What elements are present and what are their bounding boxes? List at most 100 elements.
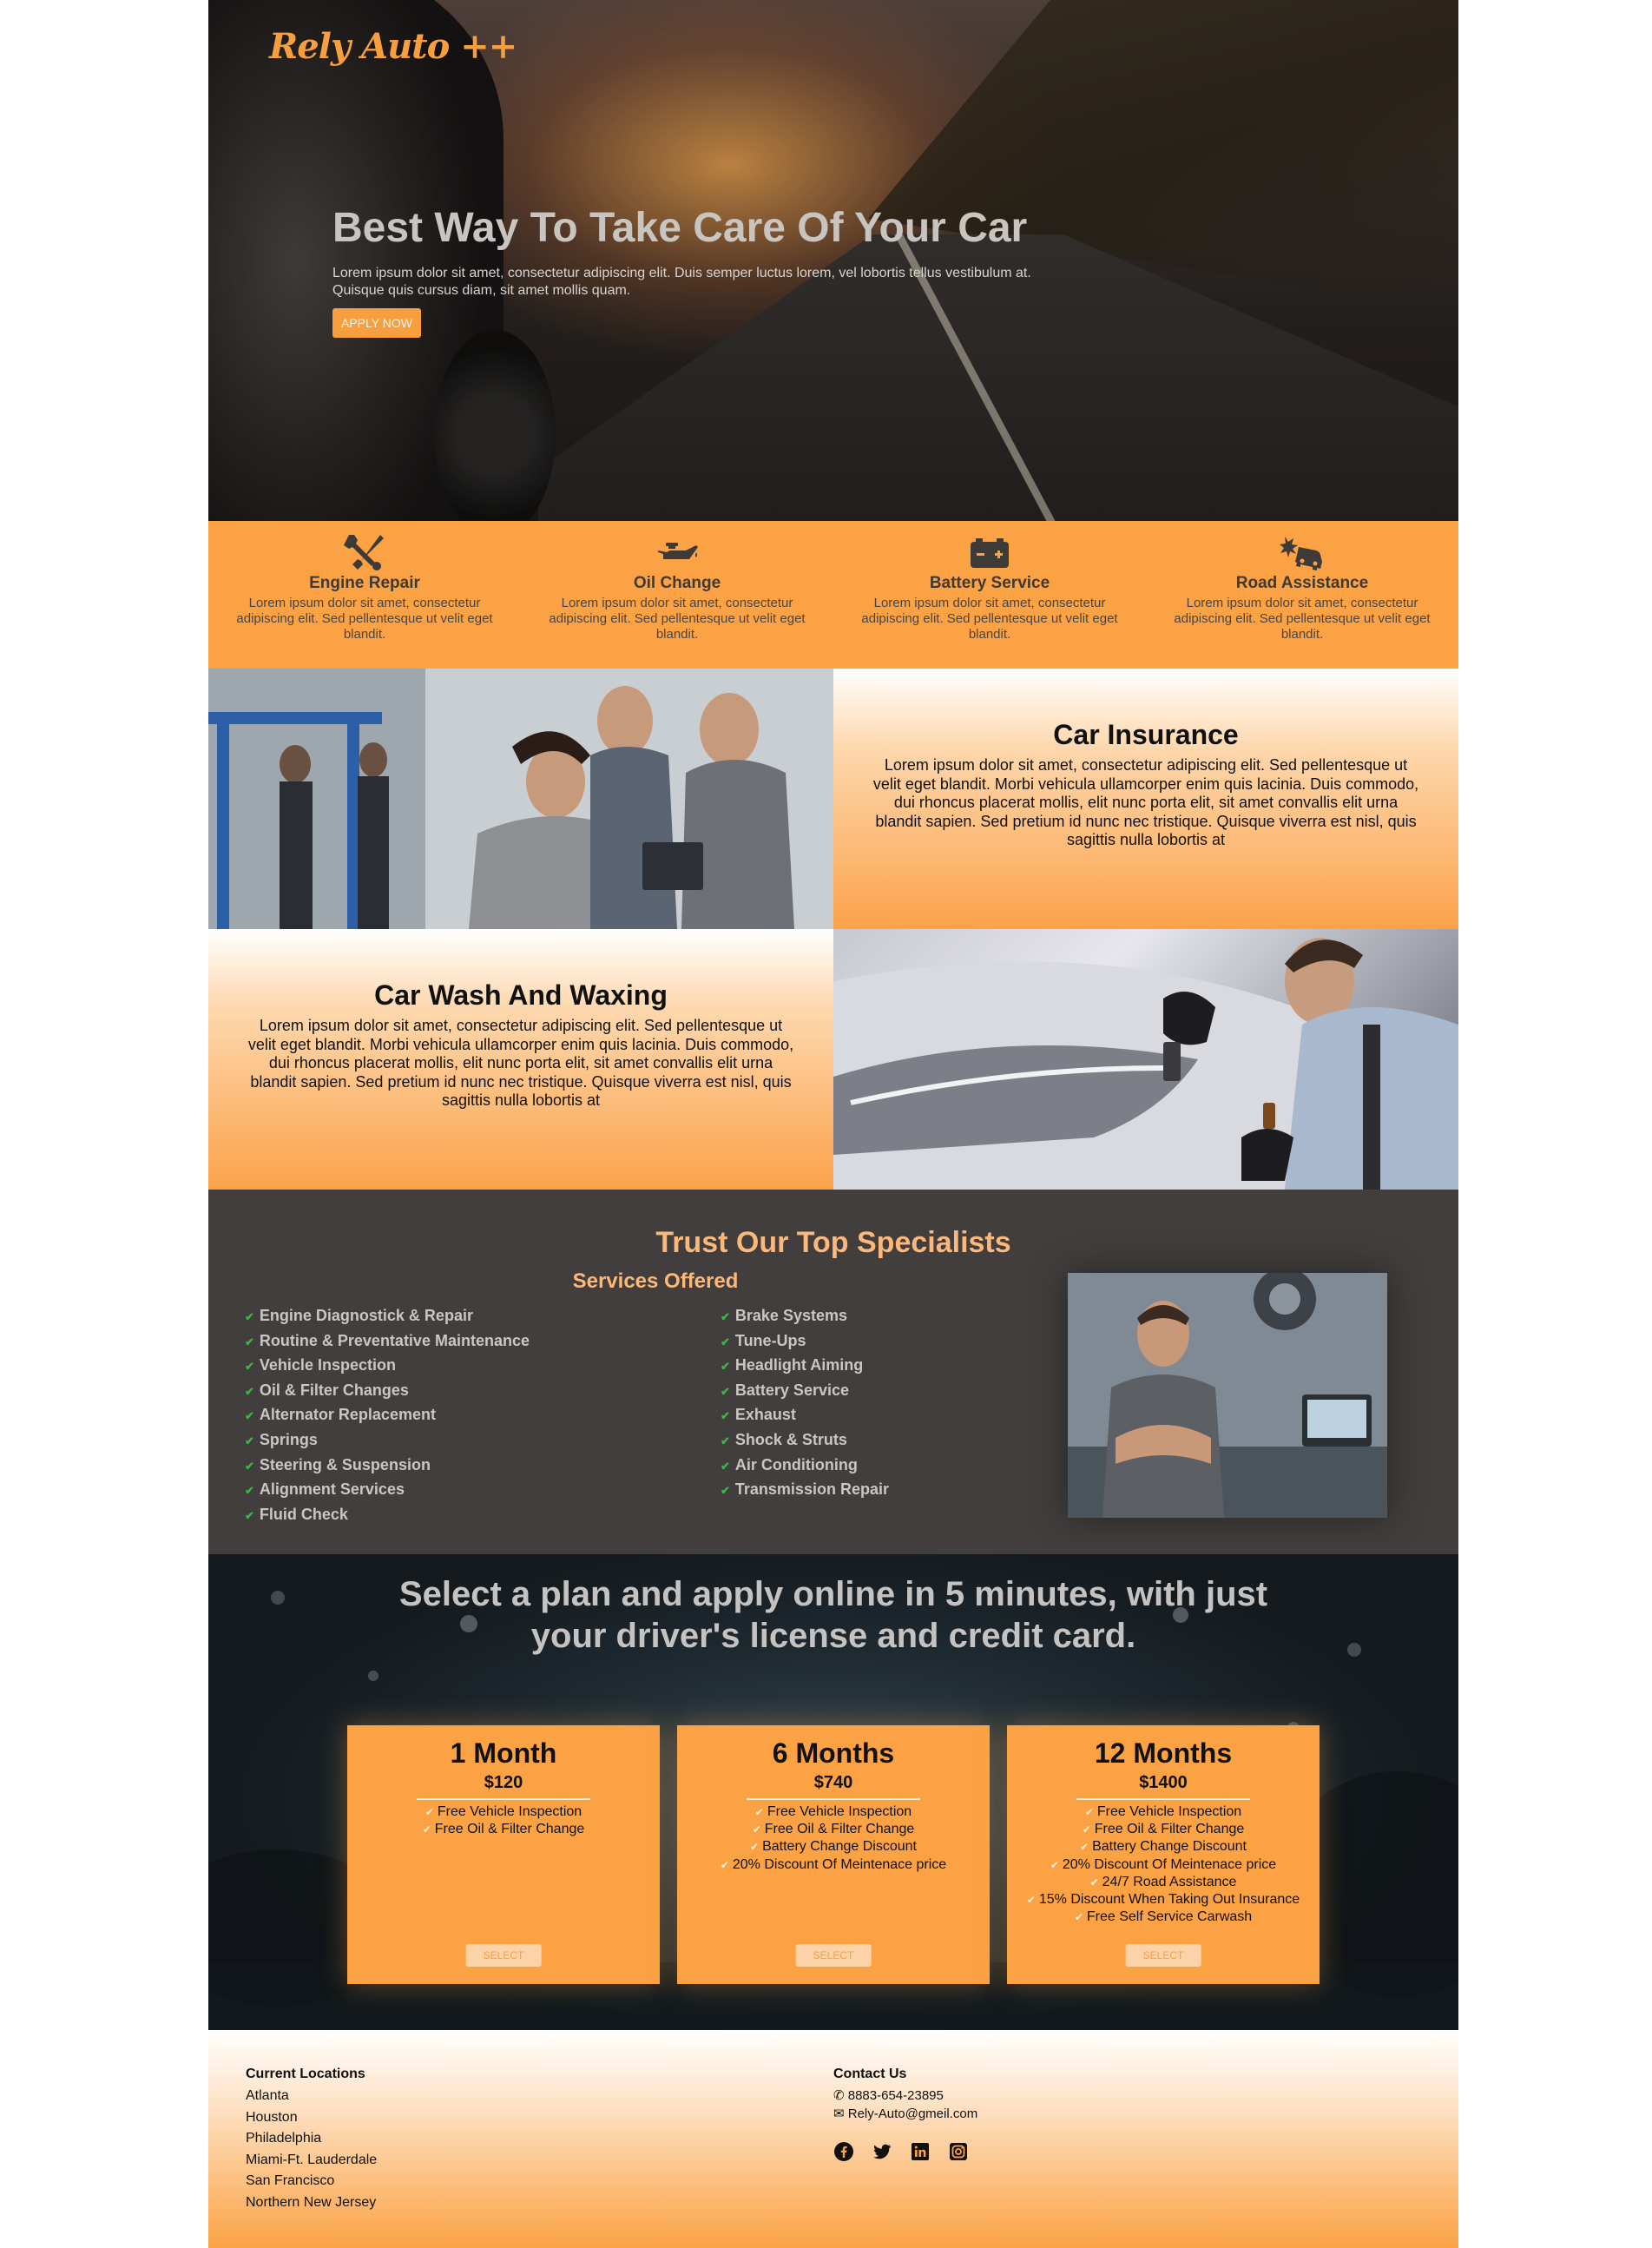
plan-features: ✔ Free Vehicle Inspection ✔ Free Oil & Fil… xyxy=(677,1803,990,1874)
check-icon: ✔ xyxy=(1050,1858,1059,1871)
feature-road-assistance: Road Assistance Lorem ipsum dolor sit am… xyxy=(1146,521,1458,669)
select-plan-button[interactable]: SELECT xyxy=(465,1944,542,1967)
check-icon: ✔ xyxy=(245,1508,254,1522)
location-item: Houston xyxy=(246,2109,298,2125)
hero-title: Best Way To Take Care Of Your Car xyxy=(332,205,1028,251)
car-crash-icon xyxy=(1280,537,1322,570)
service-item: ✔ Steering & Suspension xyxy=(245,1455,431,1473)
mechanic-image xyxy=(1068,1273,1387,1518)
facebook-icon[interactable] xyxy=(833,2141,854,2162)
wash-panel: Car Wash And Waxing Lorem ipsum dolor si… xyxy=(208,929,833,1190)
plan-feature: ✔ 20% Discount Of Meintenace price xyxy=(1050,1856,1277,1872)
plans-title: Select a plan and apply online in 5 minu… xyxy=(398,1575,1268,1655)
check-icon: ✔ xyxy=(245,1360,254,1374)
contact-title: Contact Us xyxy=(833,2067,907,2081)
plan-price: $1400 xyxy=(1076,1773,1250,1800)
check-icon: ✔ xyxy=(721,1384,730,1398)
check-icon: ✔ xyxy=(752,1823,761,1836)
service-item: ✔ Headlight Aiming xyxy=(721,1356,864,1375)
check-icon: ✔ xyxy=(721,1459,730,1473)
plan-feature: ✔ Free Vehicle Inspection xyxy=(1084,1804,1242,1819)
feature-title: Oil Change xyxy=(633,574,721,592)
insurance-panel: Car Insurance Lorem ipsum dolor sit amet… xyxy=(833,669,1458,929)
check-icon: ✔ xyxy=(721,1434,730,1447)
plan-name: 12 Months xyxy=(1094,1737,1233,1769)
service-item: ✔ Transmission Repair xyxy=(721,1480,889,1499)
location-item: San Francisco xyxy=(246,2173,335,2188)
feature-text: Lorem ipsum dolor sit amet, consectetur … xyxy=(861,596,1118,642)
service-item: ✔ Springs xyxy=(245,1430,318,1448)
check-icon: ✔ xyxy=(754,1806,764,1818)
check-icon: ✔ xyxy=(721,1360,730,1374)
plan-feature: ✔ Free Oil & Filter Change xyxy=(752,1822,915,1837)
wash-photo xyxy=(833,929,1458,1190)
social-links xyxy=(833,2141,969,2162)
service-item: ✔ Tune-Ups xyxy=(721,1331,806,1349)
plan-feature: ✔ Battery Change Discount xyxy=(1080,1839,1247,1855)
locations-title: Current Locations xyxy=(246,2067,365,2081)
phone-icon: ✆ xyxy=(833,2088,845,2103)
service-item: ✔ Fluid Check xyxy=(245,1505,348,1523)
insurance-title: Car Insurance xyxy=(1053,719,1239,750)
plans-section: Select a plan and apply online in 5 minu… xyxy=(208,1554,1458,2030)
car-detailing-image xyxy=(833,938,1458,1190)
check-icon: ✔ xyxy=(1084,1806,1094,1818)
envelope-icon: ✉ xyxy=(833,2106,845,2121)
service-item: ✔ Brake Systems xyxy=(721,1307,847,1324)
car-battery-icon xyxy=(971,538,1009,568)
mechanic-photo xyxy=(1068,1273,1387,1518)
select-plan-button[interactable]: SELECT xyxy=(795,1944,872,1967)
twitter-icon[interactable] xyxy=(872,2141,892,2162)
plan-feature: ✔ 20% Discount Of Meintenace price xyxy=(720,1856,947,1872)
footer: Current Locations Atlanta Houston Philad… xyxy=(208,2030,1458,2248)
location-item: Miami-Ft. Lauderdale xyxy=(246,2152,378,2167)
insurance-text: Lorem ipsum dolor sit amet, consectetur … xyxy=(872,756,1419,848)
check-icon: ✔ xyxy=(245,1310,254,1323)
location-item: Northern New Jersey xyxy=(246,2194,377,2210)
check-icon: ✔ xyxy=(1080,1841,1089,1854)
check-icon: ✔ xyxy=(245,1484,254,1498)
instagram-icon[interactable] xyxy=(948,2141,969,2162)
plan-name: 6 Months xyxy=(772,1737,895,1769)
wash-section: Car Wash And Waxing Lorem ipsum dolor si… xyxy=(208,929,1458,1190)
contact-phone[interactable]: ✆ 8883-654-23895 xyxy=(833,2087,944,2103)
plan-feature: ✔ Battery Change Discount xyxy=(750,1839,917,1855)
plan-feature: ✔ Free Oil & Filter Change xyxy=(1082,1822,1245,1837)
check-icon: ✔ xyxy=(245,1459,254,1473)
service-item: ✔ Alternator Replacement xyxy=(245,1406,436,1424)
logo[interactable]: Rely Auto ++ xyxy=(269,26,517,67)
plan-card-6-months: 6 Months $740 ✔ Free Vehicle Inspection ✔… xyxy=(677,1725,990,1984)
plan-feature: ✔ Free Vehicle Inspection xyxy=(754,1804,912,1819)
service-item: ✔ Routine & Preventative Maintenance xyxy=(245,1331,530,1349)
plan-card-1-month: 1 Month $120 ✔ Free Vehicle Inspection ✔ F… xyxy=(347,1725,660,1984)
plan-feature: ✔ Free Self Service Carwash xyxy=(1074,1909,1253,1925)
insurance-photo xyxy=(208,669,833,929)
plan-feature: ✔ Free Vehicle Inspection xyxy=(425,1804,582,1819)
check-icon: ✔ xyxy=(422,1823,431,1836)
customers-at-dealership-image xyxy=(208,669,833,929)
service-item: ✔ Engine Diagnostick & Repair xyxy=(245,1307,473,1324)
plan-features: ✔ Free Vehicle Inspection ✔ Free Oil & Fil… xyxy=(1007,1803,1320,1926)
locations-list: Atlanta Houston Philadelphia Miami-Ft. L… xyxy=(246,2086,377,2213)
service-item: ✔ Shock & Struts xyxy=(721,1430,847,1448)
apply-now-button[interactable]: APPLY NOW xyxy=(332,308,421,338)
plan-feature: ✔ Free Oil & Filter Change xyxy=(422,1822,585,1837)
linkedin-icon[interactable] xyxy=(910,2141,931,2162)
check-icon: ✔ xyxy=(720,1858,729,1871)
check-icon: ✔ xyxy=(245,1409,254,1423)
contact-email[interactable]: ✉ Rely-Auto@gmeil.com xyxy=(833,2106,977,2121)
plan-price: $120 xyxy=(417,1773,590,1800)
feature-title: Battery Service xyxy=(929,574,1050,592)
select-plan-button[interactable]: SELECT xyxy=(1125,1944,1201,1967)
service-item: ✔ Air Conditioning xyxy=(721,1455,858,1473)
feature-engine-repair: Engine Repair Lorem ipsum dolor sit amet… xyxy=(208,521,521,669)
page: Rely Auto ++ Best Way To Take Care Of Yo… xyxy=(208,0,1458,2248)
plan-card-12-months: 12 Months $1400 ✔ Free Vehicle Inspection… xyxy=(1007,1725,1320,1984)
plan-price: $740 xyxy=(747,1773,920,1800)
location-item: Philadelphia xyxy=(246,2131,322,2146)
services-subtitle: Services Offered xyxy=(572,1269,739,1293)
specialists-title: Trust Our Top Specialists xyxy=(655,1226,1011,1259)
service-item: ✔ Battery Service xyxy=(721,1381,849,1399)
check-icon: ✔ xyxy=(425,1806,434,1818)
plan-name: 1 Month xyxy=(450,1737,557,1769)
